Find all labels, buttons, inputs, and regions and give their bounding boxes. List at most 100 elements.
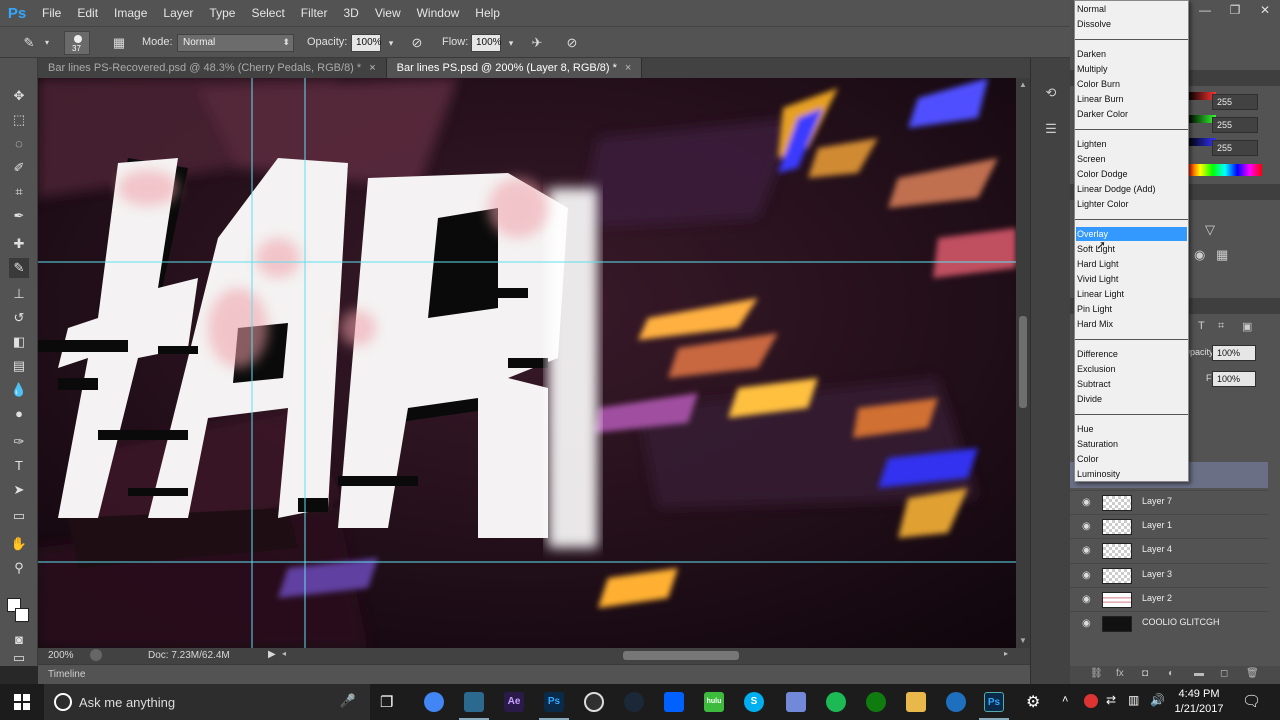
vertical-scrollbar[interactable]: ▲ ▼	[1016, 78, 1030, 648]
blend-option-hue[interactable]: Hue	[1076, 422, 1187, 436]
new-layer-icon[interactable]: ◻	[1220, 668, 1228, 679]
blend-option-divide[interactable]: Divide	[1076, 392, 1187, 406]
quick-mask-icon[interactable]: ◙	[9, 630, 29, 650]
path-select-tool-icon[interactable]: ➤	[9, 480, 29, 500]
quick-select-tool-icon[interactable]: ✐	[9, 158, 29, 178]
show-hidden-icons-icon[interactable]: ˄	[1062, 694, 1068, 706]
scroll-down-icon[interactable]: ▼	[1019, 636, 1027, 645]
adjustment-layer-icon[interactable]: ◐	[1168, 668, 1174, 679]
layer-row[interactable]: ◉ Layer 2	[1070, 587, 1268, 611]
blend-option-lighter-color[interactable]: Lighter Color	[1076, 197, 1187, 211]
add-mask-icon[interactable]: ◘	[1142, 668, 1148, 679]
status-menu-arrow-icon[interactable]: ▶	[268, 649, 276, 660]
channel-mixer-icon[interactable]: ▦	[1216, 247, 1228, 263]
visibility-eye-icon[interactable]: ◉	[1082, 594, 1091, 605]
hulu-icon[interactable]: hulu	[704, 692, 724, 712]
blend-option-darker-color[interactable]: Darker Color	[1076, 107, 1187, 121]
horizontal-scroll-thumb[interactable]	[623, 651, 739, 660]
blue-value-field[interactable]: 255	[1212, 140, 1258, 156]
shape-tool-icon[interactable]: ▭	[9, 506, 29, 526]
menu-help[interactable]: Help	[467, 0, 508, 26]
brush-preset-arrow-icon[interactable]: ▾	[38, 34, 56, 52]
lasso-tool-icon[interactable]: ◌	[9, 134, 29, 154]
minimize-button[interactable]: —	[1190, 0, 1220, 20]
action-center-icon[interactable]: 🗨	[1242, 692, 1261, 710]
blend-option-exclusion[interactable]: Exclusion	[1076, 362, 1187, 376]
brush-preset-picker[interactable]: 37	[64, 31, 90, 55]
blend-option-color[interactable]: Color	[1076, 452, 1187, 466]
brush-panel-icon[interactable]: ▦	[110, 34, 128, 52]
scroll-up-icon[interactable]: ▲	[1019, 80, 1027, 89]
app-blue-icon[interactable]	[946, 692, 966, 712]
visibility-eye-icon[interactable]: ◉	[1082, 545, 1091, 556]
blend-option-multiply[interactable]: Multiply	[1076, 62, 1187, 76]
timeline-panel-tab[interactable]: Timeline	[38, 664, 1030, 684]
scroll-left-icon[interactable]: ◂	[282, 649, 286, 658]
chrome-icon[interactable]	[424, 692, 444, 712]
settings-gear-icon[interactable]: ⚙	[1026, 692, 1040, 712]
layer-row[interactable]: ◉ Layer 4	[1070, 538, 1268, 562]
marquee-tool-icon[interactable]: ⬚	[9, 110, 29, 130]
color-ramp[interactable]	[1188, 164, 1262, 176]
gradient-map-icon[interactable]: ▽	[1205, 222, 1215, 238]
blend-option-dissolve[interactable]: Dissolve	[1076, 17, 1187, 31]
blend-option-linear-light[interactable]: Linear Light	[1076, 287, 1187, 301]
photoshop-task-icon[interactable]: Ps	[544, 692, 564, 712]
calculator-icon[interactable]	[464, 692, 484, 712]
blend-option-linear-dodge[interactable]: Linear Dodge (Add)	[1076, 182, 1187, 196]
tray-sync-icon[interactable]: ⇄	[1106, 693, 1116, 707]
opacity-field[interactable]: 100%	[351, 34, 382, 52]
blend-option-pin-light[interactable]: Pin Light	[1076, 302, 1187, 316]
layer-row[interactable]: ◉ COOLIO GLITCGH	[1070, 611, 1268, 635]
network-icon[interactable]: ▥	[1128, 693, 1139, 707]
tab-bar-lines[interactable]: Bar lines PS.psd @ 200% (Layer 8, RGB/8)…	[386, 58, 643, 78]
system-clock[interactable]: 4:49 PM 1/21/2017	[1165, 687, 1233, 717]
scroll-right-icon[interactable]: ▸	[1004, 649, 1008, 658]
visibility-eye-icon[interactable]: ◉	[1082, 497, 1091, 508]
vertical-scroll-thumb[interactable]	[1019, 316, 1027, 408]
menu-view[interactable]: View	[367, 0, 409, 26]
visibility-eye-icon[interactable]: ◉	[1082, 618, 1091, 629]
restore-button[interactable]: ❐	[1220, 0, 1250, 20]
discord-icon[interactable]	[786, 692, 806, 712]
red-value-field[interactable]: 255	[1212, 94, 1258, 110]
eraser-tool-icon[interactable]: ◧	[9, 332, 29, 352]
spotify-icon[interactable]	[826, 692, 846, 712]
document-canvas[interactable]	[38, 78, 1016, 648]
green-value-field[interactable]: 255	[1212, 117, 1258, 133]
obs-icon[interactable]	[584, 692, 604, 712]
layer-style-icon[interactable]: fx	[1116, 668, 1124, 679]
menu-file[interactable]: File	[34, 0, 69, 26]
screen-mode-icon[interactable]: ▭	[9, 651, 29, 664]
type-tool-icon[interactable]: T	[9, 456, 29, 476]
blend-option-subtract[interactable]: Subtract	[1076, 377, 1187, 391]
task-view-icon[interactable]: ❐	[380, 693, 393, 711]
dropbox-icon[interactable]	[664, 692, 684, 712]
skype-icon[interactable]: S	[744, 692, 764, 712]
after-effects-icon[interactable]: Ae	[504, 692, 524, 712]
menu-3d[interactable]: 3D	[335, 0, 366, 26]
pressure-opacity-icon[interactable]: ⊘	[408, 34, 426, 52]
blend-option-color-dodge[interactable]: Color Dodge	[1076, 167, 1187, 181]
menu-filter[interactable]: Filter	[293, 0, 336, 26]
close-tab-icon[interactable]: ×	[625, 62, 631, 74]
zoom-tool-icon[interactable]: ⚲	[9, 558, 29, 578]
photoshop-task-icon-2[interactable]: Ps	[984, 692, 1004, 712]
blend-option-saturation[interactable]: Saturation	[1076, 437, 1187, 451]
new-group-icon[interactable]: ▬	[1194, 668, 1204, 679]
blend-mode-dropdown[interactable]: Normal Dissolve Darken Multiply Color Bu…	[1074, 0, 1189, 482]
tray-red-icon[interactable]	[1084, 694, 1098, 708]
visibility-eye-icon[interactable]: ◉	[1082, 521, 1091, 532]
layer-row[interactable]: ◉ Layer 1	[1070, 514, 1268, 538]
blend-option-normal[interactable]: Normal	[1076, 2, 1187, 16]
history-panel-icon[interactable]: ⟲	[1042, 84, 1060, 102]
filter-shape-icon[interactable]: ⌗	[1218, 320, 1224, 333]
photo-filter-icon[interactable]: ◉	[1194, 247, 1205, 263]
close-button[interactable]: ✕	[1250, 0, 1280, 20]
blend-option-luminosity[interactable]: Luminosity	[1076, 467, 1187, 481]
mode-select[interactable]: Normal	[177, 34, 294, 52]
dodge-tool-icon[interactable]: ●	[9, 404, 29, 424]
blend-option-hard-light[interactable]: Hard Light	[1076, 257, 1187, 271]
blend-option-overlay[interactable]: Overlay	[1076, 227, 1187, 241]
blend-option-difference[interactable]: Difference	[1076, 347, 1187, 361]
